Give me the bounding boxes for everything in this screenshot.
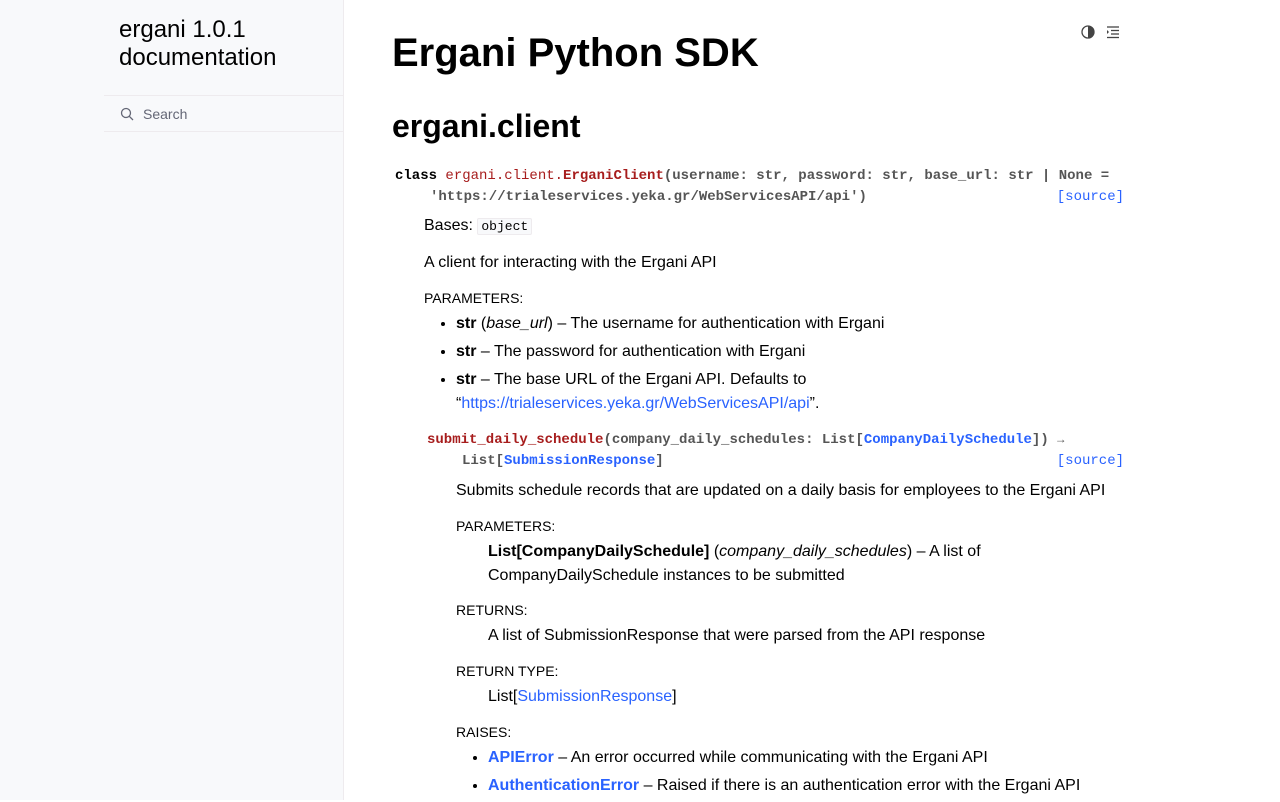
list-item: str – The base URL of the Ergani API. De… [456,368,884,416]
source-link[interactable]: [source] [1057,187,1124,208]
contrast-icon[interactable] [1080,24,1096,40]
class-signature: class ergani.client.ErganiClient(usernam… [395,166,1127,208]
brand-title[interactable]: ergani 1.0.1 documentation [119,16,339,72]
search-icon [120,107,134,120]
list-item: str (base_url) – The username for authen… [456,312,884,336]
search-input[interactable] [143,105,323,122]
module-heading: ergani.client [392,108,581,144]
search-box[interactable] [104,95,344,132]
method-signature: submit_daily_schedule(company_daily_sche… [427,430,1127,472]
default-url-link[interactable]: https://trialeservices.yeka.gr/WebServic… [461,395,809,412]
list-item: str – The password for authentication wi… [456,340,884,364]
param-list: str (base_url) – The username for authen… [424,312,884,416]
list-item: AuthenticationError – Raised if there is… [488,774,1136,798]
toc-icon[interactable] [1105,24,1121,40]
class-body: Bases: object A client for interacting w… [424,214,884,420]
bases-code: object [477,218,533,235]
method-body: Submits schedule records that are update… [456,479,1136,802]
list-item: APIError – An error occurred while commu… [488,746,1136,770]
sidebar: ergani 1.0.1 documentation [0,0,344,800]
method-source-link[interactable]: [source] [1057,451,1124,472]
page-title: Ergani Python SDK [392,31,759,75]
